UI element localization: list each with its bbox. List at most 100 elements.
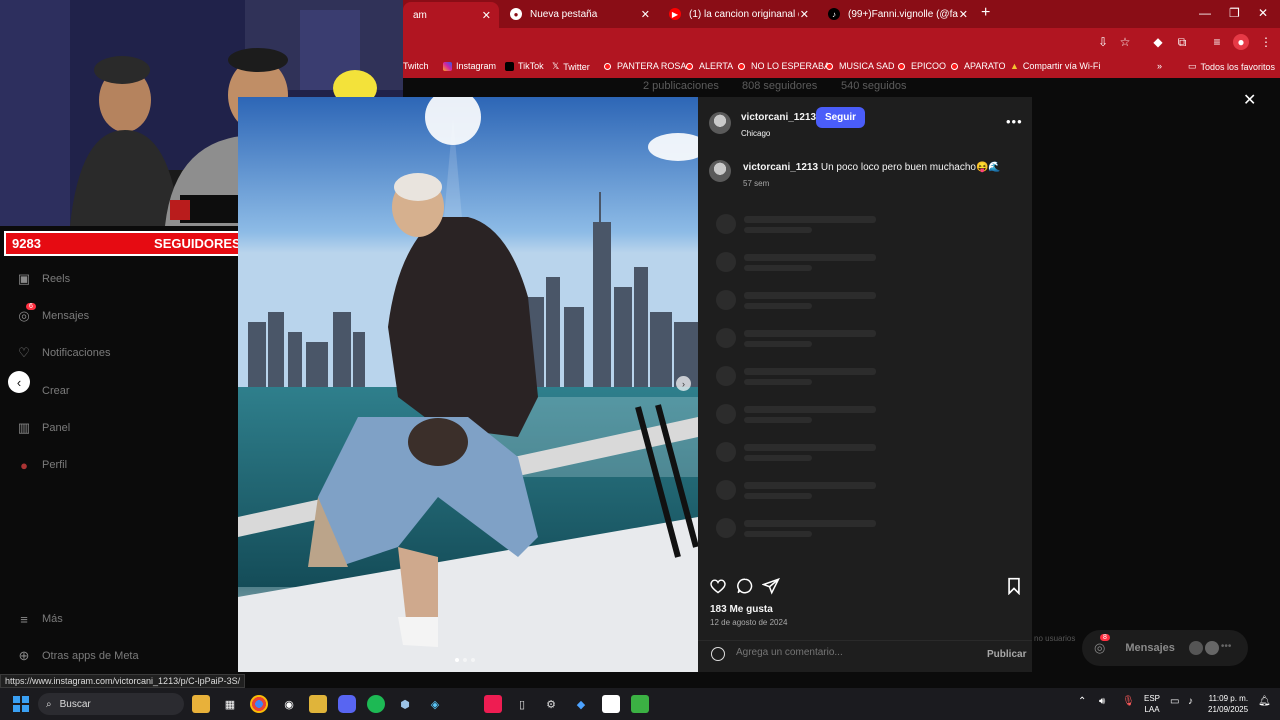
x-logo-icon: 𝕏 [552,61,560,71]
comment-skeleton [716,252,876,272]
tab-instagram[interactable]: am ✕ [403,2,499,28]
tab-new-tab[interactable]: ● Nueva pestaña ✕ [500,0,658,28]
send-icon [762,577,780,595]
youtube-icon: ▶ [669,8,681,20]
publish-button[interactable]: Publicar [987,649,1026,660]
sidebar-item-perfil[interactable]: ● Perfil [16,457,67,473]
bookmark-pantera-rosa[interactable]: PANTERA ROSA [604,61,686,71]
bookmark-tiktok[interactable]: TikTok [505,61,544,71]
messages-pill[interactable]: ◎ 8 Mensajes ••• [1082,630,1248,666]
sidebar-item-mas[interactable]: ≡ Más [16,611,63,627]
steam-icon[interactable]: ⬢ [396,695,414,713]
caption-username[interactable]: victorcani_1213 [743,162,818,173]
bookmark-compartir-wifi[interactable]: ▲ Compartir vía Wi-Fi [1010,61,1100,71]
obs-icon[interactable]: ◉ [280,695,298,713]
minecraft-icon[interactable] [631,695,649,713]
notifications-icon[interactable]: 🔔︎ [1258,696,1271,707]
discord-icon[interactable] [338,695,356,713]
file-explorer-icon[interactable] [192,695,210,713]
close-tab-icon[interactable]: ✕ [959,8,968,21]
document-icon[interactable]: ▯ [513,695,531,713]
more-bookmarks-icon[interactable]: » [1157,61,1162,71]
caption-author-avatar[interactable] [709,160,731,182]
install-app-icon[interactable]: ⇩ [1095,34,1111,50]
sidebar-item-reels[interactable]: ▣ Reels [16,271,70,287]
likes-count[interactable]: 183 Me gusta [710,604,773,615]
network-icon[interactable]: ▭ [1170,696,1179,707]
author-username[interactable]: victorcani_1213 • [741,112,822,123]
avatar [1188,641,1203,655]
close-tab-icon[interactable]: ✕ [800,8,809,21]
sidebar-item-mensajes[interactable]: ◎ 6 Mensajes [16,303,89,324]
close-tab-icon[interactable]: ✕ [641,8,650,21]
chrome-taskbar-icon[interactable] [250,695,268,713]
profile-avatar-icon[interactable]: ● [1233,34,1249,50]
taskbar-search[interactable]: ⌕ Buscar [38,693,184,715]
app-icon[interactable]: ◈ [426,695,444,713]
app-icon[interactable]: ◆ [572,695,590,713]
close-tab-icon[interactable]: ✕ [482,9,491,22]
youtube-icon [686,62,693,70]
sidebar-item-panel[interactable]: ▥ Panel [16,420,70,436]
comment-skeleton [716,328,876,348]
settings-icon[interactable]: ⚙ [542,695,560,713]
microphone-icon[interactable]: 🎙︎ [1122,696,1135,707]
tray-overflow-icon[interactable]: ⌃ [1078,696,1086,707]
current-followers: 9283 [12,236,41,251]
media-control-icon[interactable]: ≡ [1209,34,1225,50]
bookmark-musica-sad[interactable]: MUSICA SAD [826,61,895,71]
next-photo-button[interactable]: › [676,376,691,391]
close-modal-icon[interactable]: ✕ [1243,90,1256,110]
like-button[interactable] [709,577,727,595]
close-window-icon[interactable]: ✕ [1258,6,1268,20]
tab-tiktok[interactable]: ♪ (99+)Fanni.vignolle (@fannivign ✕ [818,0,976,28]
emoji-icon[interactable] [711,647,725,661]
new-tab-button[interactable]: + [981,4,990,22]
bookmark-icon [1008,577,1020,595]
previous-post-button[interactable]: ‹ [8,371,30,393]
extensions-puzzle-icon[interactable]: ⧉ [1174,34,1190,50]
minimize-icon[interactable]: — [1199,6,1211,20]
tab-label: (99+)Fanni.vignolle (@fannivign [848,8,958,20]
speaker-icon[interactable]: ♪ [1188,696,1193,707]
spotify-icon[interactable] [367,695,385,713]
folder-icon: ▭ [1188,61,1197,71]
share-button[interactable] [762,577,780,595]
save-button[interactable] [1005,577,1023,595]
windows-start-icon[interactable] [12,695,30,713]
sidebar-item-meta-apps[interactable]: ⊕ Otras apps de Meta [16,648,139,664]
tab-youtube[interactable]: ▶ (1) la cancion originanal de la p ✕ [659,0,817,28]
youtube-icon [898,62,905,70]
store-icon[interactable]: ▦ [221,695,239,713]
bookmark-twitter[interactable]: 𝕏 Twitter [552,61,590,72]
bookmark-epicoo[interactable]: EPICOO [898,61,946,71]
author-avatar[interactable] [709,112,731,134]
language-indicator[interactable]: ESP LAA [1144,693,1160,715]
comment-button[interactable] [736,577,754,595]
more-options-icon[interactable]: ••• [1006,114,1023,129]
bookmark-twitch[interactable]: Twitch [403,61,429,71]
capcut-icon[interactable] [602,695,620,713]
follow-button[interactable]: Seguir [816,107,865,128]
extension-diamond-icon[interactable]: ◆ [1150,34,1166,50]
bookmark-alerta[interactable]: ALERTA [686,61,733,71]
bookmark-aparato[interactable]: APARATO [951,61,1006,71]
avatar [1204,641,1219,655]
comment-input[interactable] [736,647,966,658]
taskbar-clock[interactable]: 11:09 p. m. 21/09/2025 [1208,693,1248,715]
app-icon[interactable] [309,695,327,713]
reels-icon: ▣ [17,271,31,286]
volume-icon[interactable]: 🔊︎ [1099,696,1105,707]
profile-following-count: 540 seguidos [841,80,907,92]
tiktok-icon: ♪ [828,8,840,20]
bookmark-instagram[interactable]: Instagram [443,61,496,71]
tiktok-studio-icon[interactable] [484,695,502,713]
bookmark-no-lo-esperaba[interactable]: NO LO ESPERABA [738,61,830,71]
sidebar-item-notificaciones[interactable]: ♡ Notificaciones [16,345,110,361]
post-photo[interactable] [238,97,698,672]
restore-icon[interactable]: ❐ [1229,6,1240,20]
all-bookmarks[interactable]: ▭ Todos los favoritos [1188,61,1275,72]
post-location[interactable]: Chicago [741,129,770,138]
chrome-menu-icon[interactable]: ⋮ [1258,34,1274,50]
bookmark-star-icon[interactable]: ☆ [1117,34,1133,50]
